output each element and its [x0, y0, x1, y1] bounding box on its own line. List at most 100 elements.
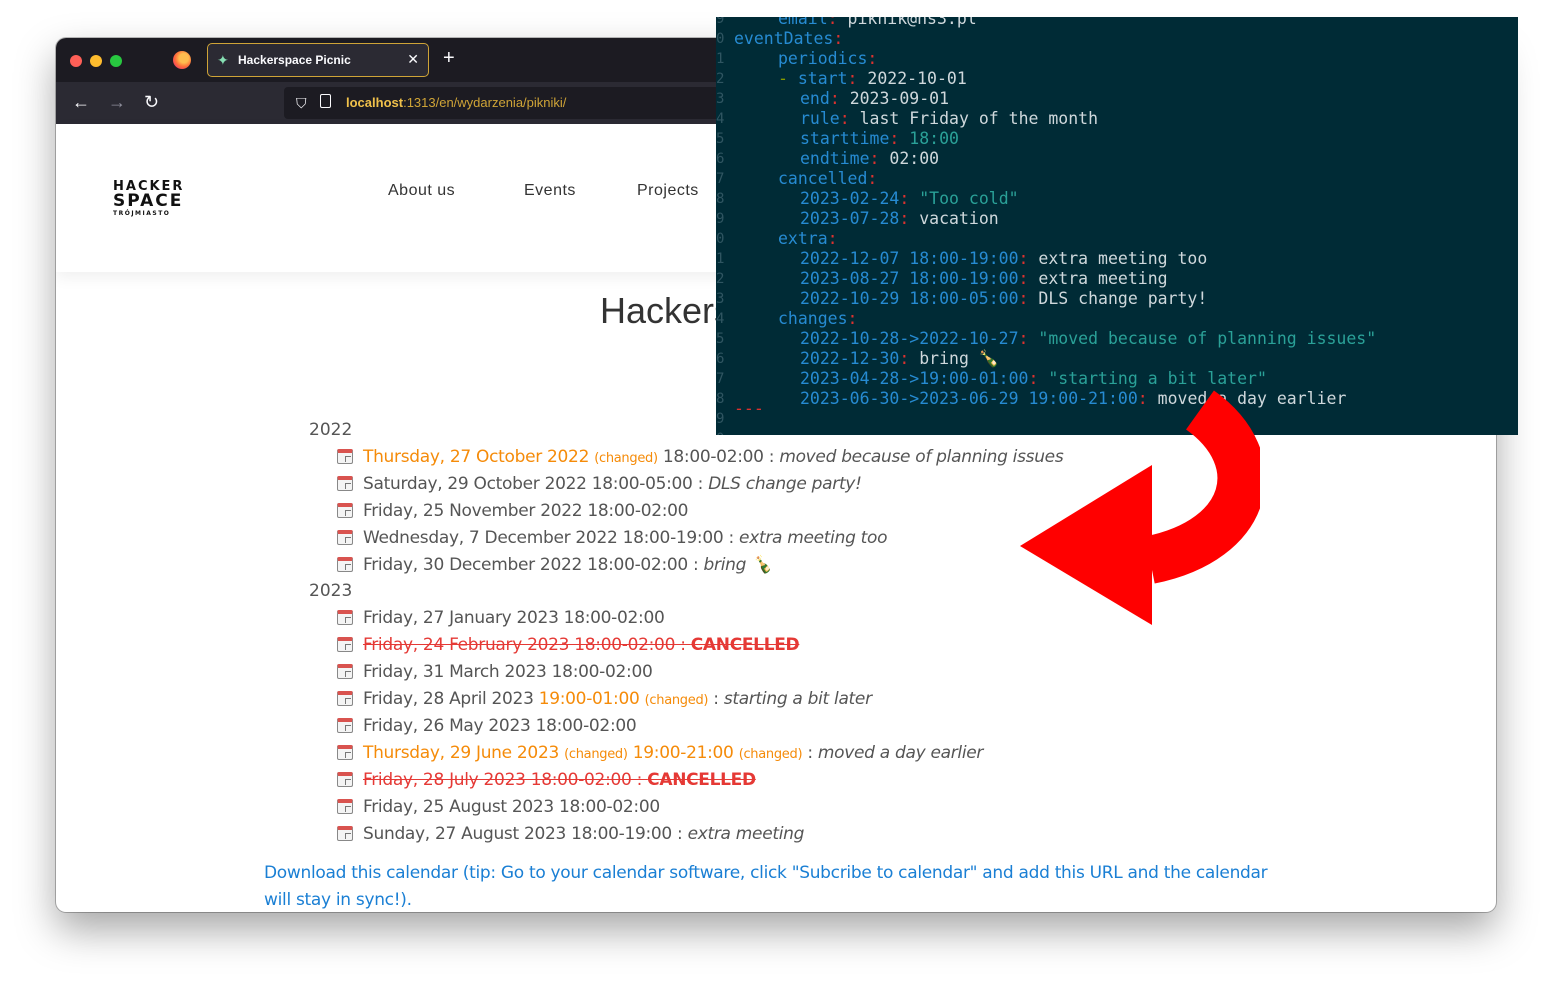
yaml-key: starttime [800, 129, 890, 148]
site-favicon-icon: ✦ [217, 52, 229, 68]
logo-line-2: SPACE [113, 191, 184, 211]
yaml-key: changes [778, 309, 848, 328]
line-number: 9 [716, 411, 725, 427]
yaml-key: rule [800, 109, 840, 128]
line-number: 1 [716, 51, 725, 67]
code-line: 2022-12-07 18:00-19:00: extra meeting to… [800, 249, 1207, 269]
yaml-colon: : [833, 29, 844, 48]
minimize-window-button[interactable] [90, 55, 102, 67]
maximize-window-button[interactable] [110, 55, 122, 67]
tab-hackerspace-picnic[interactable]: ✦ Hackerspace Picnic ✕ [207, 43, 429, 77]
calendar-icon [337, 557, 353, 572]
event-note: extra meeting too [739, 528, 888, 548]
yaml-colon: : [867, 169, 878, 188]
list-item: Friday, 30 December 2022 18:00-02:00 : b… [337, 554, 772, 576]
year-heading: 2023 [309, 581, 353, 601]
tab-title: Hackerspace Picnic [238, 53, 351, 67]
new-tab-button[interactable]: + [443, 47, 455, 69]
hackerspace-logo[interactable]: HACKER SPACE TRÓJMIASTO [113, 180, 193, 218]
logo-line-3: TRÓJMIASTO [113, 210, 171, 217]
page-icon [320, 94, 331, 108]
back-arrow-icon[interactable]: ← [72, 92, 90, 112]
event-time: 19:00-21:00 [632, 743, 734, 763]
line-number: 6 [716, 351, 725, 367]
yaml-colon: : [1018, 269, 1039, 288]
yaml-colon: : [847, 309, 858, 328]
menu-item-about-us[interactable]: About us [388, 182, 455, 200]
menu-item-events[interactable]: Events [524, 182, 576, 200]
event-time: 18:00-02:00 : [657, 447, 780, 467]
code-line: email: piknik@hs3.pl [778, 17, 977, 29]
changed-tag: (changed) [738, 747, 803, 762]
forward-arrow-icon[interactable]: → [108, 92, 126, 112]
yaml-key: extra [778, 229, 828, 248]
firefox-icon[interactable] [173, 51, 191, 69]
url-text[interactable]: localhost:1313/en/wydarzenia/pikniki/ [346, 95, 566, 110]
yaml-colon: : [899, 189, 920, 208]
list-item: Thursday, 29 June 2023 (changed) 19:00-2… [337, 742, 983, 764]
url-host: localhost [346, 95, 404, 110]
yaml-key: 2023-07-28 [800, 209, 900, 228]
separator: : [802, 743, 818, 763]
line-number: 0 [716, 31, 725, 47]
close-window-button[interactable] [70, 55, 82, 67]
line-number: 3 [716, 91, 725, 107]
event-note: bring 🍾 [703, 555, 773, 575]
yaml-value: 02:00 [889, 149, 940, 168]
calendar-icon [337, 530, 353, 545]
event-text: Friday, 26 May 2023 18:00-02:00 [363, 716, 637, 736]
code-line: starttime: 18:00 [800, 129, 959, 149]
yaml-key: 2023-02-24 [800, 189, 900, 208]
yaml-value: "starting a bit later" [1048, 369, 1267, 388]
event-date: Thursday, 27 October 2022 [363, 447, 590, 467]
event-note: extra meeting [687, 824, 805, 844]
shield-icon[interactable]: ⛉ [296, 95, 307, 112]
calendar-icon [337, 476, 353, 491]
code-line: endtime: 02:00 [800, 149, 939, 169]
red-arrow-icon [1020, 390, 1260, 625]
yaml-value: vacation [919, 209, 999, 228]
download-calendar-link[interactable]: Download this calendar (tip: Go to your … [264, 860, 1274, 912]
line-number: 0 [716, 231, 725, 247]
yaml-colon: : [1018, 329, 1039, 348]
event-note: moved a day earlier [817, 743, 984, 763]
code-line: 2022-10-29 18:00-05:00: DLS change party… [800, 289, 1207, 309]
event-time: 19:00-01:00 [538, 689, 640, 709]
yaml-key: endtime [800, 149, 870, 168]
list-item: Friday, 27 January 2023 18:00-02:00 [337, 607, 665, 629]
calendar-icon [337, 826, 353, 841]
reload-icon[interactable]: ↻ [144, 92, 159, 112]
yaml-key: periodics [778, 49, 868, 68]
changed-tag: (changed) [594, 451, 658, 466]
code-line: periodics: [778, 49, 877, 69]
yaml-value: "moved because of planning issues" [1038, 329, 1377, 348]
event-date: Thursday, 29 June 2023 [363, 743, 559, 763]
list-item: Friday, 28 July 2023 18:00-02:00 : CANCE… [337, 769, 756, 791]
code-line: cancelled: [778, 169, 877, 189]
yaml-key: 2022-10-29 18:00-05:00 [800, 289, 1019, 308]
yaml-key: 2022-12-30 [800, 349, 900, 368]
event-text: Saturday, 29 October 2022 18:00-05:00 : [363, 474, 709, 494]
yaml-key: start [797, 69, 848, 88]
yaml-value: last Friday of the month [859, 109, 1099, 128]
list-item: Friday, 31 March 2023 18:00-02:00 [337, 661, 653, 683]
code-line: - start: 2022-10-01 [778, 69, 967, 89]
yaml-colon: : [827, 17, 848, 28]
yaml-key: 2022-12-07 18:00-19:00 [800, 249, 1019, 268]
url-bar[interactable]: ⛉ localhost:1313/en/wydarzenia/pikniki/ [284, 87, 724, 119]
code-line: extra: [778, 229, 838, 249]
list-item: Friday, 28 April 2023 19:00-01:00 (chang… [337, 688, 872, 710]
close-tab-icon[interactable]: ✕ [407, 51, 419, 68]
event-text: Friday, 30 December 2022 18:00-02:00 : [363, 555, 704, 575]
menu-item-projects[interactable]: Projects [637, 182, 699, 200]
event-text: Friday, 31 March 2023 18:00-02:00 [363, 662, 653, 682]
event-date: Friday, 28 April 2023 [363, 689, 539, 709]
list-item: Sunday, 27 August 2023 18:00-19:00 : ext… [337, 823, 804, 845]
code-line: 2023-07-28: vacation [800, 209, 999, 229]
yaml-colon: : [899, 349, 920, 368]
line-number: 8 [716, 191, 725, 207]
list-item: Saturday, 29 October 2022 18:00-05:00 : … [337, 473, 862, 495]
code-line: rule: last Friday of the month [800, 109, 1098, 129]
code-line: 2022-12-30: bring 🍾 [800, 349, 999, 369]
code-line: --- [734, 399, 764, 419]
